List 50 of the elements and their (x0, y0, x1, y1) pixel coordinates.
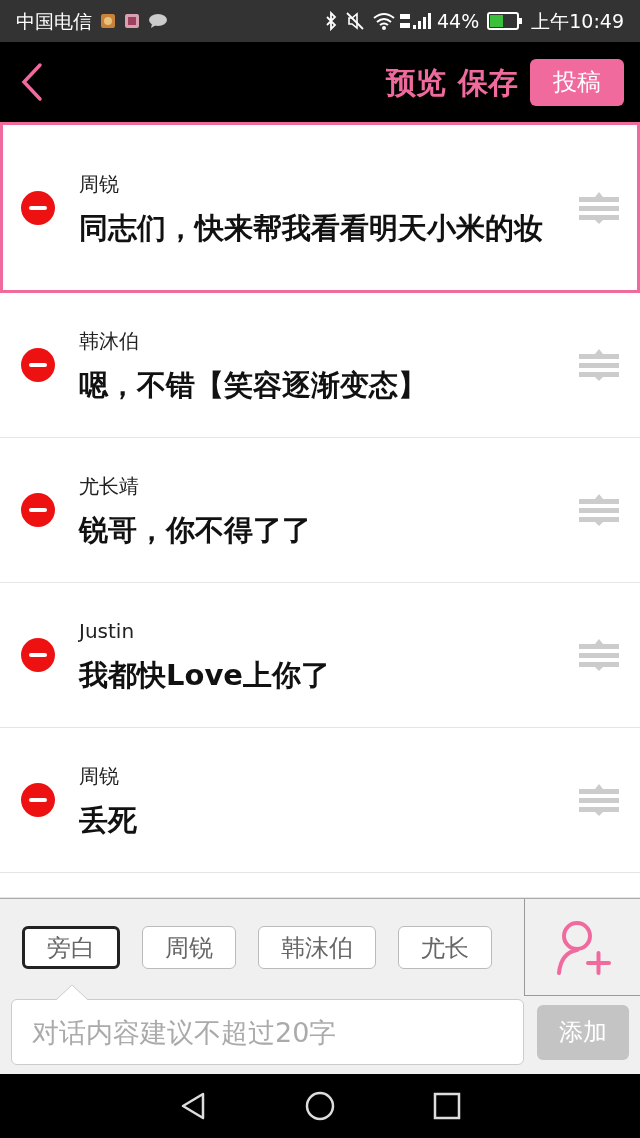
drag-handle-icon[interactable] (579, 784, 619, 816)
home-nav-icon[interactable] (305, 1091, 335, 1121)
signal-icon (399, 11, 433, 31)
clock-time: 上午10:49 (531, 8, 624, 34)
message-text: 我都快Love上你了 (79, 657, 331, 694)
speaker-chip[interactable]: 韩沫伯 (258, 926, 376, 969)
drag-handle-icon[interactable] (579, 191, 619, 224)
speaker-name: 周锐 (79, 170, 120, 198)
drag-handle-icon[interactable] (579, 349, 619, 381)
speaker-name: 尤长靖 (79, 473, 140, 500)
app-icon (124, 13, 140, 29)
back-icon[interactable] (20, 62, 44, 102)
remove-icon[interactable] (21, 638, 55, 672)
battery-icon (487, 12, 524, 30)
message-text: 锐哥，你不得了了 (79, 512, 312, 549)
remove-icon[interactable] (21, 348, 55, 382)
speaker-chip[interactable]: 尤长 (398, 926, 492, 969)
add-person-icon (554, 919, 611, 975)
remove-icon[interactable] (21, 493, 55, 527)
speaker-name: Justin (79, 618, 136, 645)
message-text: 丢死 (79, 802, 138, 839)
chat-bubble-icon (148, 13, 168, 29)
carrier-name: 中国电信 (16, 8, 92, 34)
message-row[interactable]: 周锐 丢死 (0, 728, 640, 873)
add-person-panel[interactable] (524, 899, 640, 996)
bluetooth-icon (325, 11, 337, 31)
remove-icon[interactable] (21, 783, 55, 817)
speaker-chip[interactable]: 旁白 (22, 926, 120, 969)
speaker-name: 周锐 (79, 763, 120, 790)
back-nav-icon[interactable] (179, 1091, 207, 1121)
drag-handle-icon[interactable] (579, 494, 619, 526)
app-icon (100, 13, 116, 29)
recents-nav-icon[interactable] (433, 1092, 461, 1120)
remove-icon[interactable] (21, 190, 55, 225)
battery-percentage: 44% (437, 8, 480, 34)
message-row[interactable]: 尤长靖 锐哥，你不得了了 (0, 438, 640, 583)
drag-handle-icon[interactable] (579, 639, 619, 671)
message-text: 同志们，快来帮我看看明天小米的妆 (79, 209, 544, 247)
speaker-name: 韩沐伯 (79, 328, 140, 355)
wifi-icon (373, 12, 395, 30)
header-action[interactable]: 预览 (386, 59, 446, 105)
mute-icon (345, 11, 365, 31)
message-row[interactable]: 周锐 同志们，快来帮我看看明天小米的妆 (0, 122, 640, 293)
pointer-notch (56, 984, 88, 1001)
message-text: 嗯，不错【笑容逐渐变态】 (79, 367, 428, 404)
message-row[interactable]: 韩沐伯 嗯，不错【笑容逐渐变态】 (0, 293, 640, 438)
dialogue-input-field[interactable]: 对话内容建议不超过20字 (11, 999, 524, 1065)
speaker-chip[interactable]: 周锐 (142, 926, 236, 969)
header-action[interactable]: 保存 (458, 59, 518, 105)
message-row[interactable]: Justin 我都快Love上你了 (0, 583, 640, 728)
